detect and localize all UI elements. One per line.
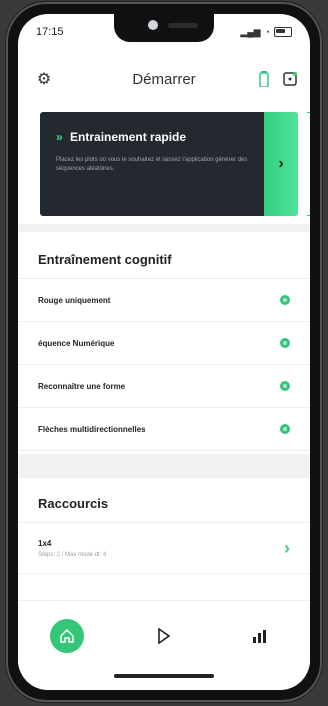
cognitive-title: Entraînement cognitif (18, 240, 310, 279)
signal-icon: ▂▄▆ (240, 26, 261, 37)
battery-device-svg (259, 71, 269, 87)
quick-start-button[interactable]: › (264, 112, 298, 216)
list-item[interactable]: Flèches multidirectionnelles (18, 408, 310, 451)
phone-frame: 17:15 ▂▄▆ ◔ ⚙ Démarrer » Entrainement ra… (6, 2, 322, 702)
cognitive-section: Entraînement cognitif Rouge uniquement é… (18, 240, 310, 451)
status-dot-icon (280, 338, 290, 348)
card-indicator-bottom (307, 215, 310, 216)
shortcut-item[interactable]: 1x4 Steps: 2 / Max mode dt: 4 › (18, 523, 310, 574)
dice-svg (283, 72, 297, 86)
section-divider (18, 224, 310, 232)
notch (114, 14, 214, 42)
status-time: 17:15 (36, 26, 64, 38)
page-title: Démarrer (132, 70, 196, 88)
home-icon[interactable] (49, 619, 84, 653)
dice-icon[interactable] (280, 69, 300, 89)
app-screen: 17:15 ▂▄▆ ◔ ⚙ Démarrer » Entrainement ra… (18, 14, 310, 690)
status-dot-icon (280, 424, 290, 434)
quick-title-label: Entrainement rapide (70, 130, 187, 144)
card-indicator-top (307, 112, 310, 113)
status-dot-icon (280, 295, 290, 305)
home-indicator (114, 674, 214, 678)
battery-device-icon[interactable] (254, 69, 274, 89)
list-item-label: Reconnaître une forme (38, 381, 126, 391)
status-dot-icon (280, 381, 290, 391)
chevron-right-icon: › (278, 155, 284, 172)
shortcut-title: 1x4 (38, 538, 52, 548)
camera (148, 20, 158, 30)
list-item-label: Flèches multidirectionnelles (38, 424, 146, 434)
wifi-icon: ◔ (264, 27, 270, 37)
gear-icon[interactable]: ⚙ (34, 69, 54, 89)
battery-icon (274, 27, 292, 37)
section-divider (18, 454, 310, 478)
list-item-label: équence Numérique (38, 338, 115, 348)
play-icon[interactable] (147, 619, 181, 653)
quick-training-description: Placez les plots où vous le souhaitez et… (56, 157, 248, 172)
shortcut-text: 1x4 Steps: 2 / Max mode dt: 4 (38, 539, 106, 558)
shortcut-subtitle: Steps: 2 / Max mode dt: 4 (38, 551, 107, 558)
quick-training-title: » Entrainement rapide (56, 130, 266, 144)
double-arrow-icon: » (56, 130, 63, 144)
play-svg (158, 628, 171, 644)
list-item[interactable]: Reconnaître une forme (18, 365, 310, 408)
status-icons: ▂▄▆ ◔ (240, 27, 292, 38)
stats-svg (253, 630, 267, 643)
list-item-label: Rouge uniquement (38, 295, 111, 305)
home-svg (59, 628, 74, 643)
quick-card-text: » Entrainement rapide Placez les plots o… (56, 130, 266, 174)
chevron-right-icon: › (284, 537, 290, 558)
quick-training-card[interactable]: » Entrainement rapide Placez les plots o… (40, 112, 298, 216)
shortcuts-title: Raccourcis (18, 484, 310, 523)
list-item[interactable]: équence Numérique (18, 322, 310, 365)
stats-icon[interactable] (244, 619, 278, 653)
speaker (168, 23, 198, 28)
bottom-navigation (18, 600, 310, 671)
top-bar: ⚙ Démarrer (18, 64, 310, 94)
list-item[interactable]: Rouge uniquement (18, 279, 310, 322)
shortcuts-section: Raccourcis 1x4 Steps: 2 / Max mode dt: 4… (18, 484, 310, 574)
